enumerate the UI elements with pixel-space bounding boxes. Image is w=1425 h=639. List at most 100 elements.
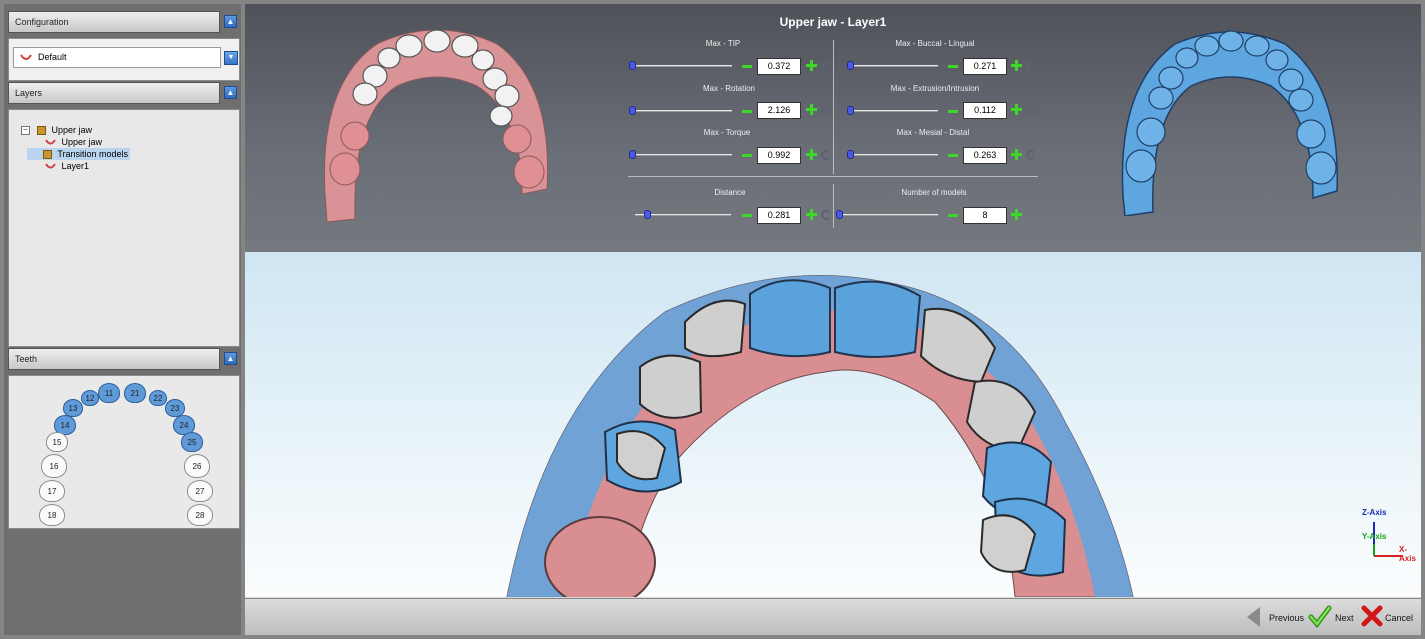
layer-label: Upper jaw [61,137,103,147]
buccal-lingual-slider-track[interactable] [848,65,938,67]
reset-icon[interactable] [1026,61,1036,71]
extrusion-value-input[interactable]: 0.112 [963,102,1007,119]
configuration-dropdown-button[interactable]: ▼ [224,51,238,65]
max-tip-slider-track[interactable] [632,65,732,67]
collapse-layers-button[interactable]: ▲ [224,86,237,99]
tooth[interactable]: 22 [149,390,167,406]
max-tip-value-input[interactable]: 0.372 [757,58,801,75]
mesial-distal-slider-thumb[interactable] [847,150,854,159]
buccal-lingual-increment-button[interactable] [1011,60,1022,71]
distance-increment-button[interactable] [806,209,817,220]
tooth[interactable]: 25 [181,432,203,452]
distance-decrement-button[interactable] [742,214,752,217]
buccal-lingual-value-input[interactable]: 0.271 [963,58,1007,75]
parameters-panel: Upper jaw - Layer1 Max - TIP 0.372 Max -… [245,4,1421,252]
extrusion-slider-thumb[interactable] [847,106,854,115]
teeth-chart: 11 21 12 22 13 23 14 24 15 25 16 26 17 2… [8,375,240,529]
layer-item-transition-models[interactable]: Transition models [27,148,131,160]
extrusion-slider-track[interactable] [848,110,938,112]
buccal-lingual-decrement-button[interactable] [948,65,958,68]
app-window: Configuration ▲ Default ▼ Layers ▲ − Upp… [0,0,1425,639]
distance-slider-thumb[interactable] [644,210,651,219]
max-tip-decrement-button[interactable] [742,65,752,68]
rotation-slider-track[interactable] [632,110,732,112]
tooth[interactable]: 15 [46,432,68,452]
distance-value-input[interactable]: 0.281 [757,207,801,224]
torque-value-input[interactable]: 0.992 [757,147,801,164]
layer-item-upper-jaw-group[interactable]: Upper jaw [35,124,94,136]
previous-arrow-icon[interactable] [1247,607,1260,627]
reset-icon[interactable] [821,210,831,220]
rotation-increment-button[interactable] [806,104,817,115]
torque-slider-track[interactable] [632,154,732,156]
tooth[interactable]: 17 [39,480,65,502]
tooth[interactable]: 16 [41,454,67,478]
y-axis-label: Y-Axis [1362,532,1387,541]
extrusion-decrement-button[interactable] [948,110,958,113]
tooth-label: 17 [47,486,57,496]
check-icon[interactable] [1308,604,1332,628]
next-button[interactable]: Next [1335,613,1354,623]
models-value-input[interactable]: 8 [963,207,1007,224]
layers-tree: − Upper jaw Upper jaw Transition models … [8,109,240,347]
cancel-icon[interactable] [1361,605,1383,627]
param-label-max-torque: Max - Torque [703,128,751,137]
reset-icon[interactable] [821,61,831,71]
tooth[interactable]: 26 [184,454,210,478]
tooth[interactable]: 28 [187,504,213,526]
rotation-decrement-button[interactable] [742,110,752,113]
tooth[interactable]: 21 [124,383,146,403]
collapse-configuration-button[interactable]: ▲ [224,15,237,28]
layer-label: Upper jaw [51,125,93,135]
tooth[interactable]: 11 [98,383,120,403]
3d-viewport[interactable]: Z-Axis Y-Axis X-Axis [245,252,1421,597]
param-label-max-extrusion-intrusion: Max - Extrusion/Intrusion [890,84,980,93]
wizard-footer: Previous Next Cancel [245,598,1421,635]
tooth-label: 27 [195,486,205,496]
tooth-label: 21 [130,388,140,398]
mesial-distal-decrement-button[interactable] [948,154,958,157]
tooth[interactable]: 12 [81,390,99,406]
tree-collapse-toggle[interactable]: − [21,126,30,135]
original-jaw-preview [323,29,549,223]
torque-increment-button[interactable] [806,149,817,160]
tooth[interactable]: 27 [187,480,213,502]
models-increment-button[interactable] [1011,209,1022,220]
mesial-distal-value-input[interactable]: 0.263 [963,147,1007,164]
teeth-title: Teeth [15,354,38,364]
torque-decrement-button[interactable] [742,154,752,157]
models-slider-track[interactable] [838,214,938,216]
max-tip-slider-thumb[interactable] [629,61,636,70]
tooth-label: 14 [60,420,70,430]
collapse-teeth-button[interactable]: ▲ [224,352,237,365]
buccal-lingual-slider-thumb[interactable] [847,61,854,70]
reset-icon[interactable] [1026,150,1036,160]
layer-item-upper-jaw[interactable]: Upper jaw [43,136,104,148]
rotation-slider-thumb[interactable] [629,106,636,115]
mesial-distal-increment-button[interactable] [1011,149,1022,160]
teeth-header: Teeth [8,348,220,370]
extrusion-increment-button[interactable] [1011,104,1022,115]
max-tip-increment-button[interactable] [806,60,817,71]
tooth[interactable]: 18 [39,504,65,526]
models-decrement-button[interactable] [948,214,958,217]
layers-header: Layers [8,82,220,104]
param-label-max-mesial-distal: Max - Mesial - Distal [896,128,970,137]
mesial-distal-slider-track[interactable] [848,154,938,156]
target-jaw-preview [1121,30,1339,216]
reset-icon[interactable] [821,150,831,160]
previous-button[interactable]: Previous [1269,613,1304,623]
cancel-button[interactable]: Cancel [1385,613,1413,623]
param-label-number-of-models: Number of models [901,188,967,197]
torque-slider-thumb[interactable] [629,150,636,159]
models-slider-thumb[interactable] [836,210,843,219]
layer-item-layer1[interactable]: Layer1 [43,160,91,172]
configuration-title: Configuration [15,17,69,27]
param-label-distance: Distance [714,188,746,197]
configuration-select[interactable]: Default [13,47,221,68]
tooth-label: 24 [179,420,189,430]
reset-icon[interactable] [821,106,831,116]
reset-icon[interactable] [1026,106,1036,116]
chevron-up-icon: ▲ [226,17,235,26]
rotation-value-input[interactable]: 2.126 [757,102,801,119]
